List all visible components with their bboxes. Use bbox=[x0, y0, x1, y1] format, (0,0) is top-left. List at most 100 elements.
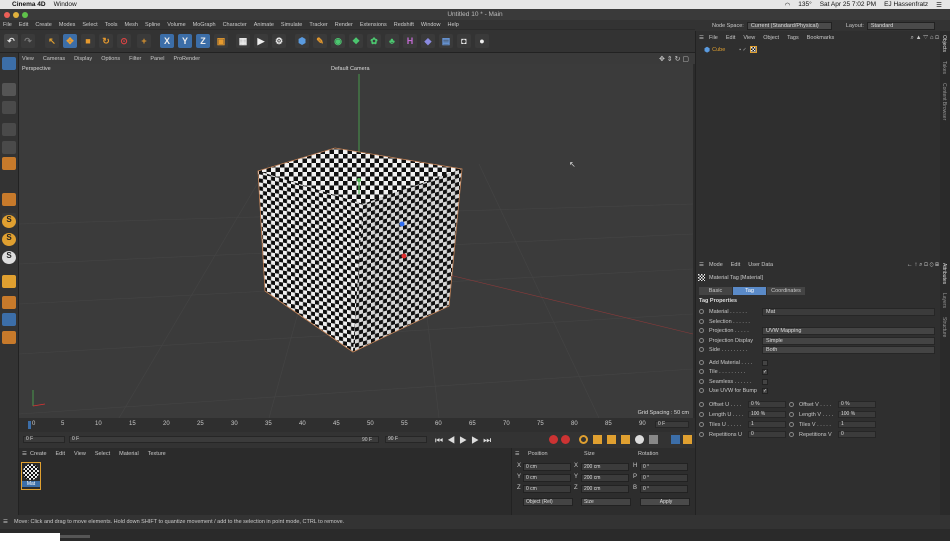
zoom-window-icon[interactable] bbox=[22, 12, 28, 18]
grid-icon[interactable] bbox=[2, 313, 16, 326]
close-window-icon[interactable] bbox=[4, 12, 10, 18]
viewport-menu-filter[interactable]: Filter bbox=[129, 56, 141, 62]
menu-help[interactable]: Help bbox=[447, 22, 458, 28]
menu-window[interactable]: Window bbox=[421, 22, 441, 28]
z-axis-lock-icon[interactable]: Z bbox=[196, 34, 210, 48]
scale-key-icon[interactable] bbox=[607, 435, 616, 444]
floor-icon[interactable]: ◆ bbox=[421, 34, 435, 48]
size-z-field[interactable]: 200 cm bbox=[581, 485, 629, 493]
prop-animate-icon[interactable] bbox=[789, 432, 794, 437]
polygons-mode-icon[interactable] bbox=[2, 157, 16, 170]
pen-spline-icon[interactable]: ✎ bbox=[313, 34, 327, 48]
repetitions-u-field[interactable]: 0 bbox=[748, 431, 786, 438]
repetitions-v-field[interactable]: 0 bbox=[838, 431, 876, 438]
pla-key-icon[interactable] bbox=[649, 435, 658, 444]
menu-mograph[interactable]: MoGraph bbox=[193, 22, 216, 28]
viewport-menu-display[interactable]: Display bbox=[74, 56, 92, 62]
side-tab-attributes[interactable]: Attributes bbox=[941, 263, 947, 284]
side-tab-structure[interactable]: Structure bbox=[941, 317, 947, 337]
mograph-icon[interactable]: ♣ bbox=[385, 34, 399, 48]
tiles-v-field[interactable]: 1 bbox=[838, 421, 876, 428]
pos-y-field[interactable]: 0 cm bbox=[523, 474, 571, 482]
timeline-ruler[interactable]: 0 5 10 15 20 25 30 35 40 45 50 55 60 65 … bbox=[19, 418, 695, 432]
cloner-icon[interactable]: ❖ bbox=[349, 34, 363, 48]
mat-menu-select[interactable]: Select bbox=[95, 451, 110, 457]
menu-volume[interactable]: Volume bbox=[167, 22, 185, 28]
pos-x-field[interactable]: 0 cm bbox=[523, 463, 571, 471]
projection-display-dropdown[interactable]: Simple bbox=[762, 336, 935, 345]
x-axis-lock-icon[interactable]: X bbox=[160, 34, 174, 48]
timeline-icon[interactable] bbox=[683, 435, 692, 444]
viewport-menu-view[interactable]: View bbox=[22, 56, 34, 62]
layout-dropdown[interactable]: Standard bbox=[866, 21, 935, 30]
mat-menu-create[interactable]: Create bbox=[30, 451, 47, 457]
world-coordinates-icon[interactable]: ▣ bbox=[214, 34, 228, 48]
obj-menu-tags[interactable]: Tags bbox=[787, 35, 799, 42]
projection-dropdown[interactable]: UVW Mapping bbox=[762, 326, 935, 335]
keyframe-selection-icon[interactable] bbox=[579, 435, 588, 444]
material-swatch[interactable]: Mat bbox=[21, 462, 41, 490]
prop-animate-icon[interactable] bbox=[699, 402, 704, 407]
size-mode-dropdown[interactable]: Size bbox=[581, 498, 631, 506]
param-key-icon[interactable] bbox=[635, 435, 644, 444]
size-y-field[interactable]: 200 cm bbox=[581, 474, 629, 482]
user-name[interactable]: EJ Hassenfratz bbox=[884, 1, 928, 8]
prop-animate-icon[interactable] bbox=[699, 319, 704, 324]
render-picture-viewer-icon[interactable]: ▶ bbox=[254, 34, 268, 48]
autokey-icon[interactable] bbox=[561, 435, 570, 444]
menu-character[interactable]: Character bbox=[223, 22, 247, 28]
locked-workplane-icon[interactable] bbox=[2, 296, 16, 309]
prop-animate-icon[interactable] bbox=[699, 360, 704, 365]
menu-select[interactable]: Select bbox=[82, 22, 97, 28]
tiles-u-field[interactable]: 1 bbox=[748, 421, 786, 428]
menu-tracker[interactable]: Tracker bbox=[309, 22, 327, 28]
playhead[interactable] bbox=[28, 421, 31, 429]
rot-b-field[interactable]: 0 ° bbox=[640, 485, 688, 493]
playback-controls[interactable]: ⏮◀▶▶⏭ bbox=[435, 435, 495, 446]
light-icon[interactable]: ● bbox=[475, 34, 489, 48]
record-icon[interactable] bbox=[549, 435, 558, 444]
viewport-menu-panel[interactable]: Panel bbox=[150, 56, 164, 62]
mat-menu-view[interactable]: View bbox=[74, 451, 86, 457]
y-axis-lock-icon[interactable]: Y bbox=[178, 34, 192, 48]
sky-icon[interactable]: ▤ bbox=[439, 34, 453, 48]
menu-extensions[interactable]: Extensions bbox=[360, 22, 387, 28]
camera-label[interactable]: Default Camera bbox=[331, 66, 370, 72]
viewport-menu-cameras[interactable]: Cameras bbox=[43, 56, 65, 62]
viewport-menu-options[interactable]: Options bbox=[101, 56, 120, 62]
apply-button[interactable]: Apply bbox=[640, 498, 690, 506]
current-frame-field[interactable]: 0 F bbox=[655, 421, 689, 428]
status-menu-icon[interactable]: ☰ bbox=[3, 515, 8, 529]
tab-basic[interactable]: Basic bbox=[699, 287, 732, 295]
window-menu[interactable]: Window bbox=[54, 1, 77, 8]
prop-animate-icon[interactable] bbox=[789, 402, 794, 407]
menu-icon[interactable]: ☰ bbox=[936, 1, 942, 9]
wifi-icon[interactable]: ◠ bbox=[785, 1, 791, 9]
cube-object-icon[interactable]: ⬢ bbox=[295, 34, 309, 48]
object-menu-icon[interactable]: ☰ bbox=[699, 35, 709, 42]
prop-animate-icon[interactable] bbox=[699, 369, 704, 374]
obj-menu-view[interactable]: View bbox=[743, 35, 755, 42]
menu-animate[interactable]: Animate bbox=[254, 22, 274, 28]
obj-menu-edit[interactable]: Edit bbox=[726, 35, 735, 42]
attr-nav-icons[interactable]: ← ↑ ⌕ ⊡ ⊙ ⊞ bbox=[907, 262, 939, 269]
menu-spline[interactable]: Spline bbox=[145, 22, 160, 28]
viewport[interactable]: ↖ Perspective Default Camera Grid Spacin… bbox=[19, 64, 693, 418]
rot-h-field[interactable]: 0 ° bbox=[640, 463, 688, 471]
menu-edit[interactable]: Edit bbox=[19, 22, 28, 28]
prop-animate-icon[interactable] bbox=[699, 422, 704, 427]
snap-settings-icon[interactable]: S bbox=[2, 233, 16, 246]
seamless-checkbox[interactable] bbox=[762, 378, 768, 385]
attr-menu-userdata[interactable]: User Data bbox=[748, 262, 773, 269]
side-tab-objects[interactable]: Objects bbox=[941, 35, 947, 52]
obj-menu-file[interactable]: File bbox=[709, 35, 718, 42]
viewport-menu-prorender[interactable]: ProRender bbox=[173, 56, 200, 62]
tab-tag[interactable]: Tag bbox=[733, 287, 766, 295]
rot-p-field[interactable]: 0 ° bbox=[640, 474, 688, 482]
attr-menu-edit[interactable]: Edit bbox=[731, 262, 740, 269]
minimize-window-icon[interactable] bbox=[13, 12, 19, 18]
menu-file[interactable]: File bbox=[3, 22, 12, 28]
menu-tools[interactable]: Tools bbox=[105, 22, 118, 28]
obj-menu-bookmarks[interactable]: Bookmarks bbox=[807, 35, 835, 42]
rotation-key-icon[interactable] bbox=[621, 435, 630, 444]
